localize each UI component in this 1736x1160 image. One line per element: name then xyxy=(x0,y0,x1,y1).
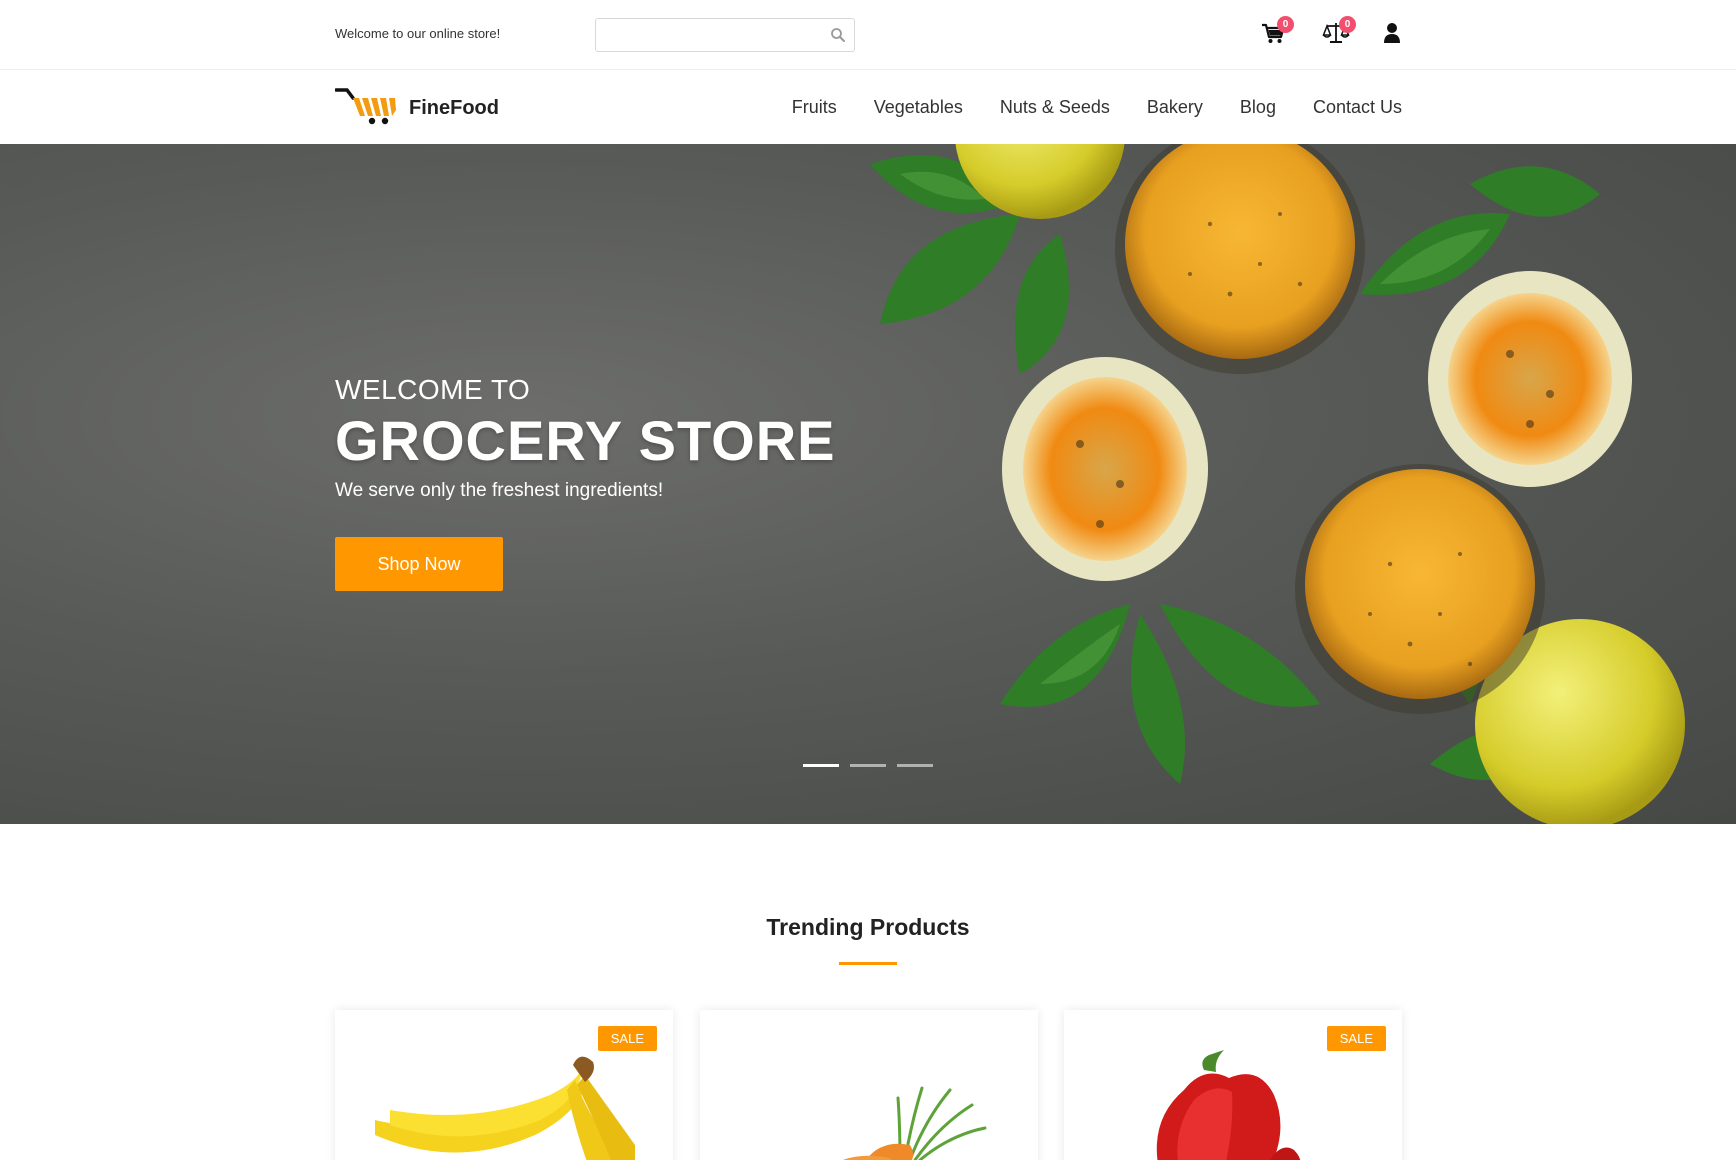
nav-item-fruits[interactable]: Fruits xyxy=(792,97,837,118)
nav-item-nuts-seeds[interactable]: Nuts & Seeds xyxy=(1000,97,1110,118)
product-image-carrots xyxy=(842,1086,987,1160)
top-bar: Welcome to our online store! 0 0 xyxy=(0,0,1736,70)
product-card[interactable] xyxy=(700,1010,1038,1160)
product-card[interactable]: SALE xyxy=(1064,1010,1402,1160)
search-box xyxy=(595,18,855,52)
section-title: Trending Products xyxy=(766,914,970,940)
compare-button[interactable]: 0 xyxy=(1322,16,1356,50)
hero-background-image xyxy=(870,144,1685,824)
compare-count-badge: 0 xyxy=(1339,16,1356,33)
nav-item-blog[interactable]: Blog xyxy=(1240,97,1276,118)
product-card[interactable]: SALE xyxy=(335,1010,673,1160)
shopping-cart-logo-icon xyxy=(334,86,401,131)
main-nav: Fruits Vegetables Nuts & Seeds Bakery Bl… xyxy=(792,70,1402,144)
sale-badge: SALE xyxy=(1326,1026,1386,1051)
slider-pagination xyxy=(803,764,933,767)
hero-subtitle: WELCOME TO xyxy=(335,374,531,405)
search-icon[interactable] xyxy=(830,27,846,43)
account-button[interactable] xyxy=(1380,20,1410,50)
nav-item-bakery[interactable]: Bakery xyxy=(1147,97,1203,118)
cart-button[interactable]: 0 xyxy=(1260,16,1294,50)
nav-item-contact-us[interactable]: Contact Us xyxy=(1313,97,1402,118)
shop-now-button[interactable]: Shop Now xyxy=(335,537,503,591)
slide-indicator-3[interactable] xyxy=(897,764,933,767)
slide-indicator-1[interactable] xyxy=(803,764,839,767)
user-icon xyxy=(1380,20,1410,46)
nav-item-vegetables[interactable]: Vegetables xyxy=(874,97,963,118)
section-title-underline xyxy=(839,962,897,965)
hero-title: GROCERY STORE xyxy=(335,409,836,472)
hero-slider: WELCOME TO GROCERY STORE We serve only t… xyxy=(0,144,1736,824)
sale-badge: SALE xyxy=(597,1026,657,1051)
slide-indicator-2[interactable] xyxy=(850,764,886,767)
cart-count-badge: 0 xyxy=(1277,16,1294,33)
brand-name: FineFood xyxy=(409,96,499,119)
site-logo[interactable]: FineFood xyxy=(334,86,499,131)
search-input[interactable] xyxy=(596,19,816,51)
hero-tagline: We serve only the freshest ingredients! xyxy=(335,480,664,501)
main-header: FineFood Fruits Vegetables Nuts & Seeds … xyxy=(0,70,1736,144)
welcome-message: Welcome to our online store! xyxy=(335,26,501,41)
